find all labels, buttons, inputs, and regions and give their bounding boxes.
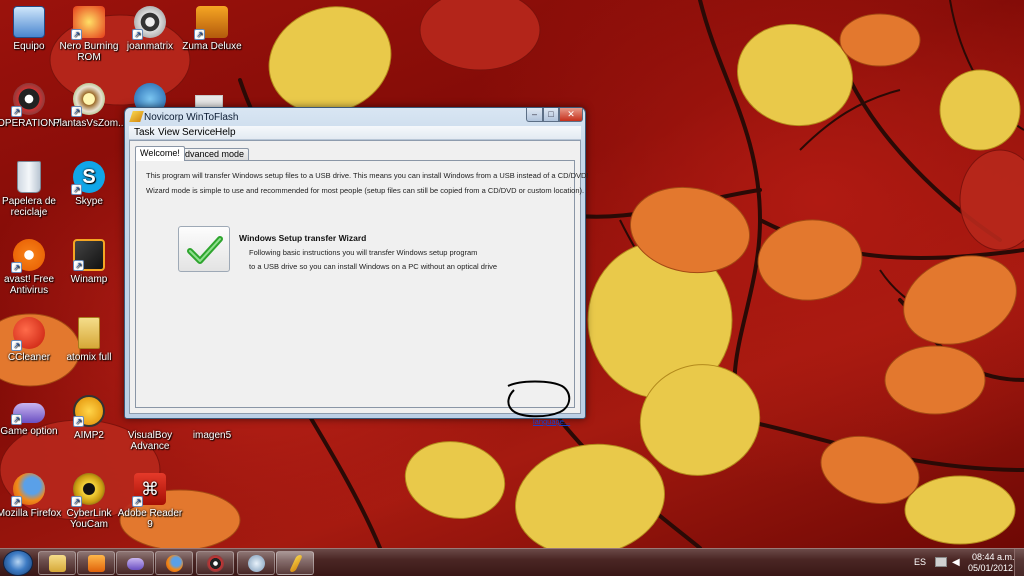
speaker-icon[interactable]: ◀	[952, 557, 960, 568]
shortcut-arrow-icon: ↗	[11, 496, 22, 507]
shortcut-arrow-icon: ↗	[73, 260, 84, 271]
plants-icon: ↗	[71, 83, 105, 117]
shortcut-arrow-icon: ↗	[11, 414, 22, 425]
taskbar-button-visualboy[interactable]	[237, 551, 275, 575]
winamp-icon: ↗	[73, 239, 105, 271]
desktop-icon-label: Skype	[75, 196, 103, 207]
media-player-icon	[88, 555, 105, 572]
shortcut-arrow-icon: ↗	[11, 340, 22, 351]
zuma-icon: ↗	[194, 6, 228, 40]
gamepad-icon: ↗	[11, 403, 45, 425]
folder-icon	[78, 317, 100, 349]
taskbar-button-game[interactable]	[116, 551, 154, 575]
shortcut-arrow-icon: ↗	[71, 496, 82, 507]
computer-icon	[13, 6, 45, 38]
language-indicator[interactable]: ES	[914, 557, 926, 567]
wizard-description-line2: to a USB drive so you can install Window…	[249, 262, 498, 271]
show-desktop-button[interactable]	[1014, 549, 1024, 576]
shortcut-arrow-icon: ↗	[73, 416, 84, 427]
wintoflash-icon	[129, 111, 144, 122]
tab-welcome[interactable]: Welcome!	[135, 146, 185, 161]
taskbar-button-operation7[interactable]	[196, 551, 234, 575]
window-client-area: Welcome! Advanced mode This program will…	[129, 140, 589, 426]
clock-date[interactable]: 05/01/2012	[968, 563, 1013, 573]
desktop-icon-label: atomix full	[66, 352, 112, 363]
menu-task[interactable]: Task	[134, 127, 155, 138]
menu-help[interactable]: Help	[215, 127, 236, 138]
start-button[interactable]	[3, 550, 33, 576]
avast-icon: ↗	[11, 239, 45, 273]
tab-advanced-mode[interactable]: Advanced mode	[174, 148, 250, 160]
shortcut-arrow-icon: ↗	[194, 29, 205, 40]
menu-view[interactable]: View	[158, 127, 180, 138]
menu-service[interactable]: Service	[182, 127, 215, 138]
start-wizard-button[interactable]	[178, 226, 230, 272]
wintoflash-icon	[289, 555, 303, 572]
wizard-title: Windows Setup transfer Wizard	[239, 233, 367, 243]
operation7-icon: ↗	[11, 83, 45, 117]
taskbar-button-firefox[interactable]	[155, 551, 193, 575]
shortcut-arrow-icon: ↗	[71, 184, 82, 195]
skype-icon: S ↗	[71, 161, 105, 195]
shortcut-arrow-icon: ↗	[71, 29, 82, 40]
taskbar-button-wintoflash[interactable]	[276, 551, 314, 575]
acrobat-icon: ⌘ ↗	[132, 473, 166, 507]
taskbar: ES ◀ 08:44 a.m. 05/01/2012	[0, 548, 1024, 576]
shortcut-icon: ↗	[132, 6, 166, 40]
window-title: Novicorp WinToFlash	[144, 112, 239, 123]
desktop-icon-skype[interactable]: S ↗ Skype	[53, 161, 125, 207]
gamepad-icon	[127, 558, 144, 570]
language-link[interactable]: language...	[533, 417, 570, 426]
intro-text-line1: This program will transfer Windows setup…	[146, 171, 589, 180]
maximize-button[interactable]: □	[543, 108, 559, 122]
shortcut-arrow-icon: ↗	[132, 496, 143, 507]
checkmark-icon	[187, 236, 223, 264]
desktop-icon-label: Zuma Deluxe	[182, 41, 242, 52]
firefox-icon	[166, 555, 183, 572]
aimp-icon: ↗	[73, 395, 105, 427]
desktop-icon-label: Adobe Reader 9	[117, 508, 183, 530]
desktop-icon-label: Winamp	[70, 274, 108, 285]
shortcut-arrow-icon: ↗	[11, 262, 22, 273]
window-titlebar[interactable]: Novicorp WinToFlash – □ ✕	[125, 108, 585, 126]
welcome-panel: This program will transfer Windows setup…	[135, 160, 589, 426]
youcam-icon: ↗	[71, 473, 105, 507]
visualboy-icon	[248, 555, 265, 572]
taskbar-button-explorer[interactable]	[38, 551, 76, 575]
close-button[interactable]: ✕	[559, 108, 583, 122]
wizard-description-line1: Following basic instructions you will tr…	[249, 248, 478, 257]
shortcut-arrow-icon: ↗	[132, 29, 143, 40]
firefox-icon: ↗	[11, 473, 45, 507]
minimize-button[interactable]: –	[526, 108, 543, 122]
operation7-icon	[207, 555, 224, 572]
shortcut-arrow-icon: ↗	[71, 106, 82, 117]
desktop-icon-adobe-reader[interactable]: ⌘ ↗ Adobe Reader 9	[114, 473, 186, 530]
desktop-icon-label: PlantasVsZom...	[53, 118, 127, 129]
intro-text-line2: Wizard mode is simple to use and recomme…	[146, 186, 585, 195]
action-center-icon[interactable]	[935, 557, 947, 567]
wintoflash-window: Novicorp WinToFlash – □ ✕ Task View Serv…	[124, 107, 589, 426]
nero-icon: ↗	[71, 6, 105, 40]
menu-bar: Task View Service Help	[129, 126, 581, 140]
shortcut-arrow-icon: ↗	[11, 106, 22, 117]
folder-icon	[49, 555, 66, 572]
recycle-bin-icon	[17, 161, 41, 193]
desktop-icon-winamp[interactable]: ↗ Winamp	[53, 239, 125, 285]
clock-time[interactable]: 08:44 a.m.	[972, 552, 1015, 562]
desktop-icon-zuma[interactable]: ↗ Zuma Deluxe	[176, 6, 248, 52]
desktop-icon-atomix[interactable]: atomix full	[53, 317, 125, 363]
ccleaner-icon: ↗	[11, 317, 45, 351]
taskbar-button-media-player[interactable]	[77, 551, 115, 575]
desktop-icon-label: imagen5	[192, 430, 232, 441]
